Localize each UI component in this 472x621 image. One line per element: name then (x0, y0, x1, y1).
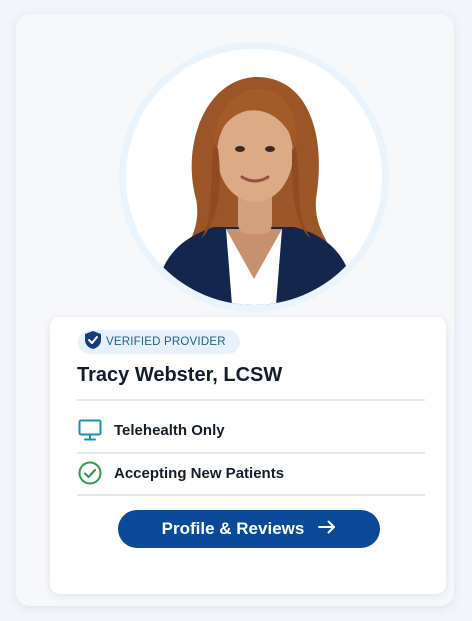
shield-check-icon (84, 330, 102, 355)
provider-info-panel: VERIFIED PROVIDER Tracy Webster, LCSW Te… (50, 317, 446, 594)
avatar (126, 49, 382, 305)
profile-reviews-button[interactable]: Profile & Reviews (118, 510, 380, 548)
check-circle-icon (77, 460, 103, 486)
cta-label: Profile & Reviews (161, 519, 305, 538)
avatar-ring (119, 42, 389, 312)
divider (77, 494, 425, 496)
badge-label: VERIFIED PROVIDER (106, 336, 226, 348)
verified-provider-badge: VERIFIED PROVIDER (78, 330, 240, 354)
feature-label: Accepting New Patients (114, 464, 285, 482)
provider-card: VERIFIED PROVIDER Tracy Webster, LCSW Te… (16, 14, 454, 606)
feature-label: Telehealth Only (114, 421, 225, 439)
feature-telehealth: Telehealth Only (77, 410, 425, 450)
divider (77, 399, 425, 401)
arrow-right-icon (318, 520, 336, 539)
provider-name: Tracy Webster, LCSW (77, 364, 283, 386)
feature-accepting-patients: Accepting New Patients (77, 453, 425, 493)
monitor-icon (77, 417, 103, 443)
